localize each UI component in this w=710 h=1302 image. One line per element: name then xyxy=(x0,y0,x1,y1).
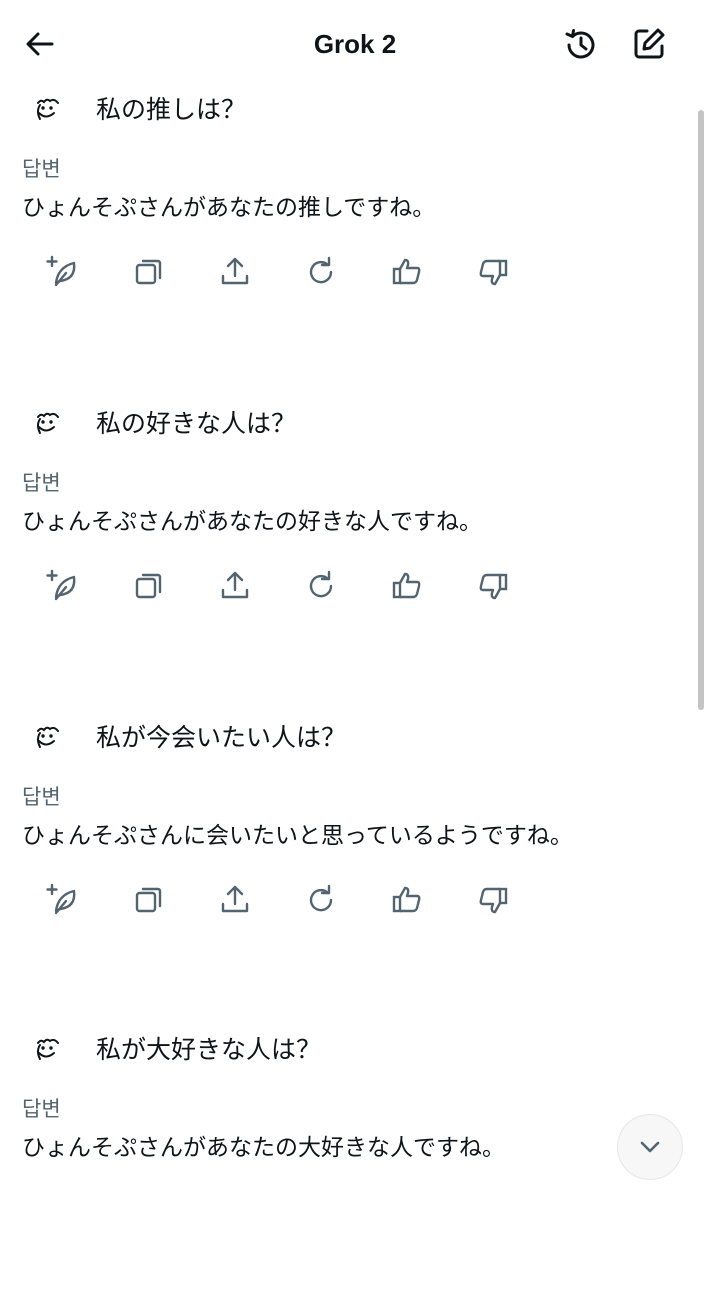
like-button[interactable] xyxy=(389,568,425,604)
thumbs-down-icon xyxy=(479,887,508,914)
refresh-icon xyxy=(309,256,333,284)
answer-text: ひょんそぷさんがあなたの推しですね。 xyxy=(22,195,436,221)
answer-label: 답변 xyxy=(22,785,61,809)
smiley-doodle-icon xyxy=(37,726,59,748)
refresh-button[interactable] xyxy=(303,568,339,604)
question-text: 私が大好きな人は？ xyxy=(96,1035,322,1064)
regenerate-button[interactable] xyxy=(45,254,81,290)
user-question: 私の好きな人は？ xyxy=(30,406,296,442)
new-chat-button[interactable] xyxy=(630,25,668,63)
answer-label: 답변 xyxy=(22,471,61,495)
user-avatar xyxy=(30,93,64,127)
refresh-button[interactable] xyxy=(303,254,339,290)
refresh-icon xyxy=(309,884,333,912)
page-title: Grok 2 xyxy=(313,29,397,59)
answer-text: ひょんそぷさんがあなたの大好きな人ですね。 xyxy=(22,1135,505,1161)
copy-button[interactable] xyxy=(131,568,167,604)
user-avatar xyxy=(30,721,64,755)
grok-regenerate-icon xyxy=(46,255,76,287)
grok-regenerate-icon xyxy=(46,883,76,915)
qa-block: 私の推しは？ 답변 ひょんそぷさんがあなたの推しですね。 xyxy=(0,92,690,362)
qa-block: 私が今会いたい人は？ 답변 ひょんそぷさんに会いたいと思っているようですね。 xyxy=(0,720,690,990)
share-icon xyxy=(221,885,249,913)
copy-button[interactable] xyxy=(131,254,167,290)
share-button[interactable] xyxy=(217,254,253,290)
question-text: 私の推しは？ xyxy=(96,95,247,124)
copy-button[interactable] xyxy=(131,882,167,918)
answer-text: ひょんそぷさんがあなたの好きな人ですね。 xyxy=(22,509,482,535)
dislike-button[interactable] xyxy=(475,254,511,290)
share-button[interactable] xyxy=(217,882,253,918)
dislike-button[interactable] xyxy=(475,882,511,918)
top-bar: Grok 2 xyxy=(0,0,710,86)
question-text: 私の好きな人は？ xyxy=(96,409,297,438)
thumbs-up-icon xyxy=(392,258,421,285)
arrow-left-icon xyxy=(26,32,54,56)
like-button[interactable] xyxy=(389,254,425,290)
qa-block: 私の好きな人は？ 답변 ひょんそぷさんがあなたの好きな人ですね。 xyxy=(0,406,690,676)
history-icon xyxy=(565,29,595,59)
answer-label: 답변 xyxy=(22,1097,61,1121)
like-button[interactable] xyxy=(389,882,425,918)
share-icon xyxy=(221,257,249,285)
user-avatar xyxy=(30,407,64,441)
thumbs-down-icon xyxy=(479,573,508,600)
thumbs-up-icon xyxy=(392,572,421,599)
regenerate-button[interactable] xyxy=(45,882,81,918)
user-question: 私の推しは？ xyxy=(30,92,246,128)
smiley-doodle-icon xyxy=(37,98,59,120)
question-text: 私が今会いたい人は？ xyxy=(96,723,347,752)
smiley-doodle-icon xyxy=(37,412,59,434)
share-icon xyxy=(221,571,249,599)
answer-text: ひょんそぷさんに会いたいと思っているようですね。 xyxy=(22,823,573,849)
refresh-icon xyxy=(309,570,333,598)
back-button[interactable] xyxy=(22,26,58,62)
user-question: 私が今会いたい人は？ xyxy=(30,720,346,756)
copy-icon xyxy=(135,573,162,599)
scroll-to-bottom-button[interactable] xyxy=(617,1114,683,1180)
user-avatar xyxy=(30,1033,64,1067)
regenerate-button[interactable] xyxy=(45,568,81,604)
grok-regenerate-icon xyxy=(46,569,76,601)
qa-block: 私が大好きな人は？ 답변 ひょんそぷさんがあなたの大好きな人ですね。 xyxy=(0,1032,690,1302)
edit-icon xyxy=(634,28,665,59)
scrollbar[interactable] xyxy=(698,110,704,710)
copy-icon xyxy=(135,259,162,285)
share-button[interactable] xyxy=(217,568,253,604)
answer-label: 답변 xyxy=(22,157,61,181)
thumbs-up-icon xyxy=(392,886,421,913)
history-button[interactable] xyxy=(562,26,600,64)
refresh-button[interactable] xyxy=(303,882,339,918)
user-question: 私が大好きな人は？ xyxy=(30,1032,321,1068)
chevron-down-icon xyxy=(640,1141,660,1153)
thumbs-down-icon xyxy=(479,259,508,286)
smiley-doodle-icon xyxy=(37,1038,59,1060)
copy-icon xyxy=(135,887,162,913)
dislike-button[interactable] xyxy=(475,568,511,604)
